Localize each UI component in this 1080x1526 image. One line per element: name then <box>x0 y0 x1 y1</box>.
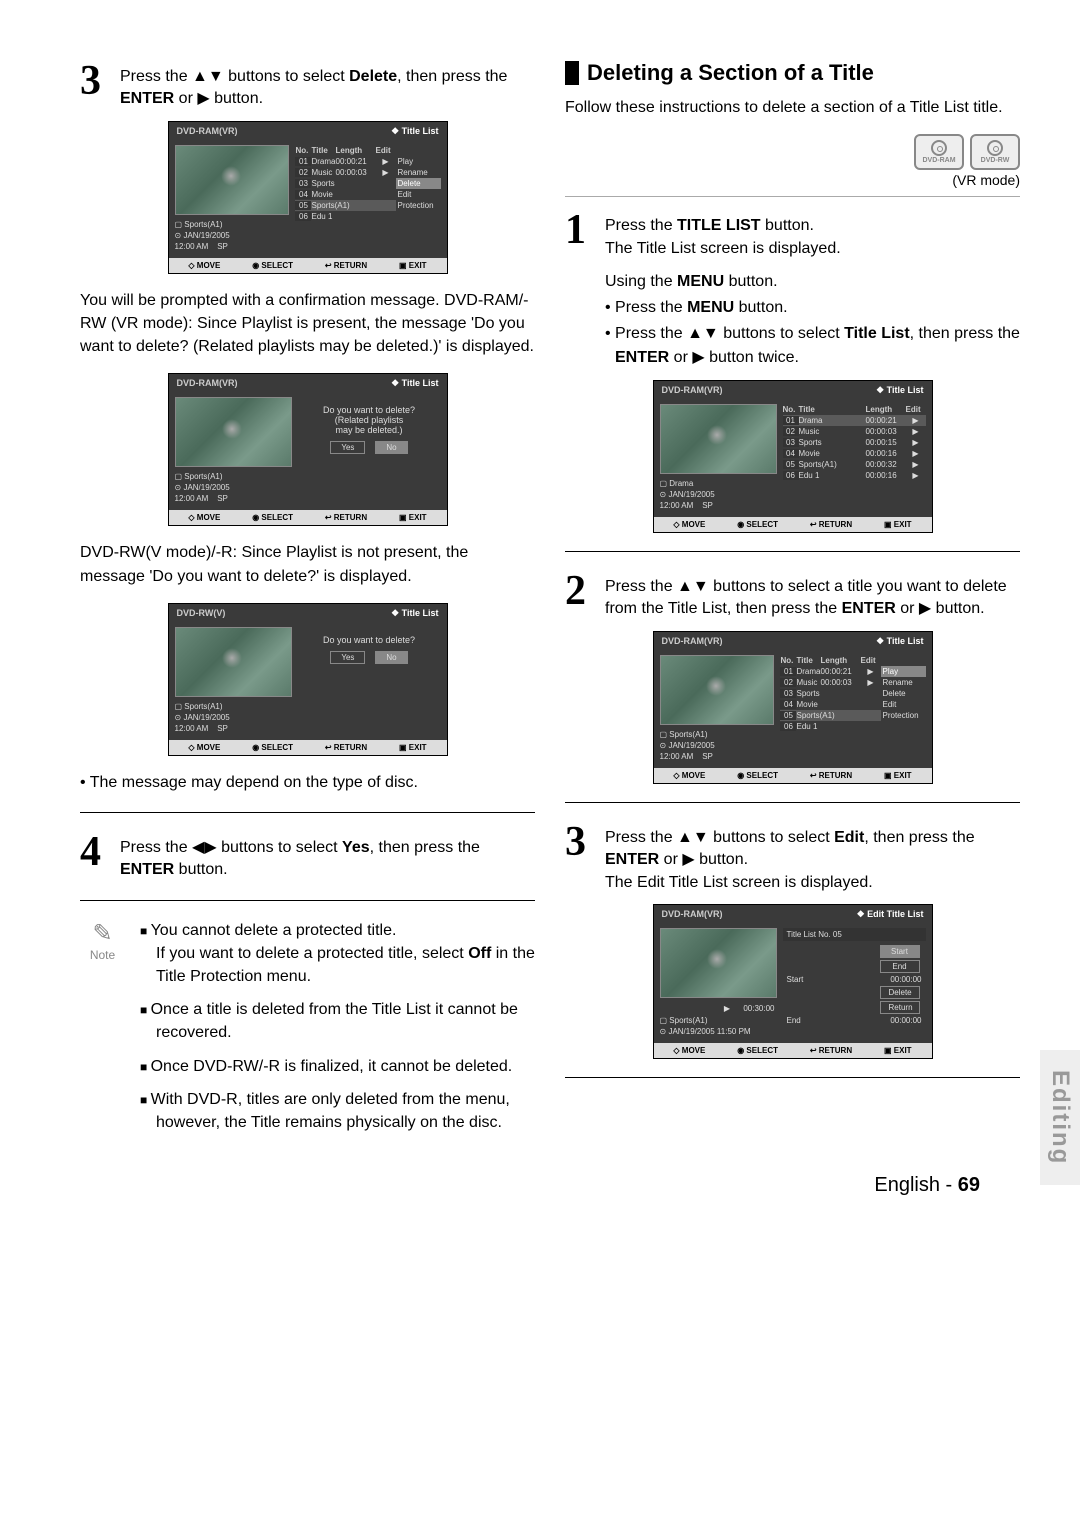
note-item: With DVD-R, titles are only deleted from… <box>140 1088 535 1134</box>
osd-title-list-b: DVD-RAM(VR)❖ Title List ▢ Sports(A1) ⊙ J… <box>653 631 933 784</box>
step-number: 3 <box>80 60 110 111</box>
yes-button[interactable]: Yes <box>330 441 365 454</box>
paragraph: DVD-RW(V mode)/-R: Since Playlist is not… <box>80 541 535 587</box>
osd-title-list-delete-menu: DVD-RAM(VR)❖ Title List ▢ Sports(A1) ⊙ J… <box>168 121 448 274</box>
bullet: • The message may depend on the type of … <box>80 771 535 794</box>
step-3-right: 3 Press the ▲▼ buttons to select Edit, t… <box>565 821 1020 894</box>
section-tab: Editing <box>1040 1050 1080 1185</box>
section-intro: Follow these instructions to delete a se… <box>565 96 1020 119</box>
step-3-left: 3 Press the ▲▼ buttons to select Delete,… <box>80 60 535 111</box>
note-block: ✎Note You cannot delete a protected titl… <box>80 919 535 1145</box>
no-button[interactable]: No <box>375 441 407 454</box>
step-1-right: 1 Press the TITLE LIST button. The Title… <box>565 209 1020 260</box>
osd-confirm-v: DVD-RW(V)❖ Title List ▢ Sports(A1) ⊙ JAN… <box>168 603 448 756</box>
return-button[interactable]: Return <box>880 1001 920 1014</box>
note-item: Once a title is deleted from the Title L… <box>140 998 535 1044</box>
left-column: 3 Press the ▲▼ buttons to select Delete,… <box>80 60 535 1144</box>
step-4-left: 4 Press the ◀▶ buttons to select Yes, th… <box>80 831 535 882</box>
confirm-message: Do you want to delete? (Related playlist… <box>298 397 441 462</box>
osd-title-list-a: DVD-RAM(VR)❖ Title List ▢ Drama ⊙ JAN/19… <box>653 380 933 533</box>
delete-button[interactable]: Delete <box>880 986 920 999</box>
no-button[interactable]: No <box>375 651 407 664</box>
step-2-right: 2 Press the ▲▼ buttons to select a title… <box>565 570 1020 621</box>
using-menu-block: Using the MENU button. • Press the MENU … <box>565 270 1020 370</box>
vr-mode-label: (VR mode) <box>565 172 1020 188</box>
note-item: You cannot delete a protected title.If y… <box>140 919 535 989</box>
dvd-ram-icon: DVD-RAM <box>914 134 964 170</box>
paragraph: You will be prompted with a confirmation… <box>80 289 535 359</box>
page-footer: English - 69 <box>80 1174 1020 1197</box>
note-icon: ✎Note <box>80 919 125 1145</box>
heading-bar-icon <box>565 61 579 85</box>
osd-edit-title-list: DVD-RAM(VR)❖ Edit Title List ▶ 00:30:00 … <box>653 904 933 1059</box>
disc-icons: DVD-RAM DVD-RW <box>565 134 1020 170</box>
yes-button[interactable]: Yes <box>330 651 365 664</box>
divider <box>80 812 535 813</box>
osd-confirm-vr: DVD-RAM(VR)❖ Title List ▢ Sports(A1) ⊙ J… <box>168 373 448 526</box>
step-text: Press the ▲▼ buttons to select Delete, t… <box>120 60 535 111</box>
start-button[interactable]: Start <box>880 945 920 958</box>
dvd-rw-icon: DVD-RW <box>970 134 1020 170</box>
note-item: Once DVD-RW/-R is finalized, it cannot b… <box>140 1055 535 1078</box>
end-button[interactable]: End <box>880 960 920 973</box>
right-column: Deleting a Section of a Title Follow the… <box>565 60 1020 1144</box>
context-menu: Play Rename Delete Edit Protection <box>396 145 441 252</box>
section-heading: Deleting a Section of a Title <box>565 60 1020 86</box>
divider <box>80 900 535 901</box>
preview-thumbnail <box>175 145 290 215</box>
